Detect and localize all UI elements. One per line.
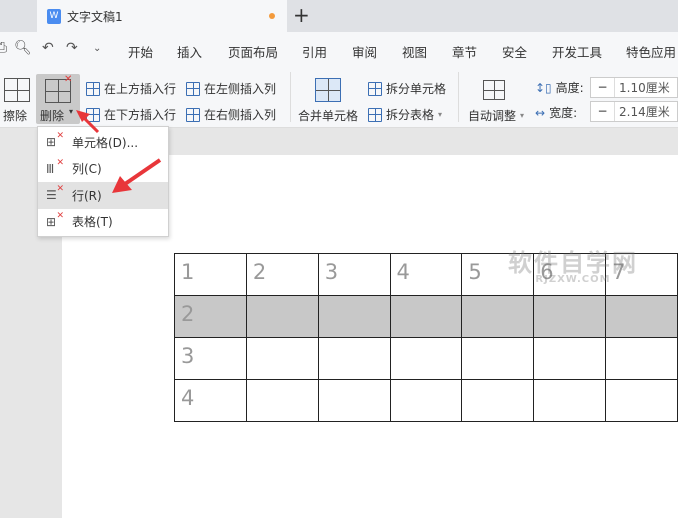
red-arrow-to-delete <box>76 110 100 134</box>
red-arrow-to-row <box>112 158 162 193</box>
annotation-arrows <box>76 110 162 193</box>
